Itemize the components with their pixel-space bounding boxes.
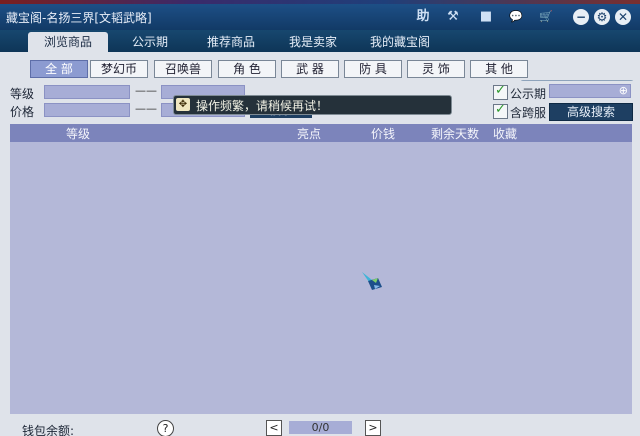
tab-browse[interactable]: 浏览商品 [28,32,108,52]
category-armor[interactable]: 防 具 [344,60,402,78]
category-role[interactable]: 角 色 [218,60,276,78]
publicity-checkbox[interactable]: ✓ [493,83,508,100]
help-icon[interactable]: 助 [414,8,432,26]
check-icon: ✓ [495,102,506,117]
tab-recommended[interactable]: 推荐商品 [196,32,266,52]
chat-icon[interactable]: 💬 [507,8,525,26]
prev-page-button[interactable]: < [266,420,282,436]
cart-icon[interactable]: 🛒 [537,8,555,26]
close-button[interactable]: ✕ [615,9,631,25]
advanced-search-button[interactable]: 高级搜索 [549,103,633,121]
column-price[interactable]: 价钱 [371,125,395,142]
move-icon: ✥ [176,98,190,111]
level-label: 等级 [10,87,35,101]
category-other[interactable]: 其 他 [470,60,528,78]
category-currency[interactable]: 梦幻币 [90,60,148,78]
busy-tooltip: ✥ 操作频繁，请稍候再试！ [173,95,452,115]
tab-bar: 浏览商品 公示期 推荐商品 我是卖家 我的藏宝阁 ⌕ [0,30,640,81]
column-highlight[interactable]: 亮点 [297,125,321,142]
column-level[interactable]: 等级 [66,125,90,142]
category-bar: 全 部 梦幻币 召唤兽 角 色 武 器 防 具 灵 饰 其 他 [0,54,640,80]
category-accessory[interactable]: 灵 饰 [407,60,465,78]
hammer-icon[interactable]: ⚒ [444,8,462,26]
cross-server-label: 含跨服 [510,106,547,120]
tooltip-text: 操作频繁，请稍候再试！ [196,99,329,113]
plus-icon[interactable]: ⊕ [619,84,628,97]
tab-publicity[interactable]: 公示期 [118,32,182,52]
help-button[interactable]: ? [157,420,174,436]
publicity-select[interactable]: ⊕ [549,84,631,98]
footer: 钱包余额: ? < 0/0 > [0,417,640,436]
title-bar: 藏宝阁-名扬三界[文韬武略] 助 ⚒ ■ 💬 🛒 − ⚙ ✕ [0,4,640,30]
results-table [10,142,632,414]
price-dash: —— [135,102,157,115]
price-label: 价格 [10,105,35,119]
tab-seller[interactable]: 我是卖家 [278,32,348,52]
cross-server-checkbox[interactable]: ✓ [493,102,508,119]
level-min-input[interactable] [44,85,130,99]
loading-icon [362,272,382,290]
column-favorite[interactable]: 收藏 [493,125,517,142]
publicity-label: 公示期 [510,87,547,101]
table-header: 等级 亮点 价钱 剩余天数 收藏 [10,124,632,142]
stop-icon[interactable]: ■ [477,8,495,26]
minimize-button[interactable]: − [573,9,589,25]
treasure-window: 藏宝阁-名扬三界[文韬武略] 助 ⚒ ■ 💬 🛒 − ⚙ ✕ 浏览商品 公示期 … [0,0,640,436]
page-indicator: 0/0 [289,421,352,434]
window-title: 藏宝阁-名扬三界[文韬武略] [6,11,152,25]
column-days-left[interactable]: 剩余天数 [431,125,479,142]
price-min-input[interactable] [44,103,130,117]
check-icon: ✓ [495,83,506,98]
category-all[interactable]: 全 部 [30,60,88,78]
category-summon[interactable]: 召唤兽 [154,60,212,78]
level-dash: —— [135,84,157,97]
next-page-button[interactable]: > [365,420,381,436]
wallet-label: 钱包余额: [22,424,75,436]
category-weapon[interactable]: 武 器 [281,60,339,78]
tab-my-treasure[interactable]: 我的藏宝阁 [360,32,440,52]
settings-button[interactable]: ⚙ [594,9,610,25]
